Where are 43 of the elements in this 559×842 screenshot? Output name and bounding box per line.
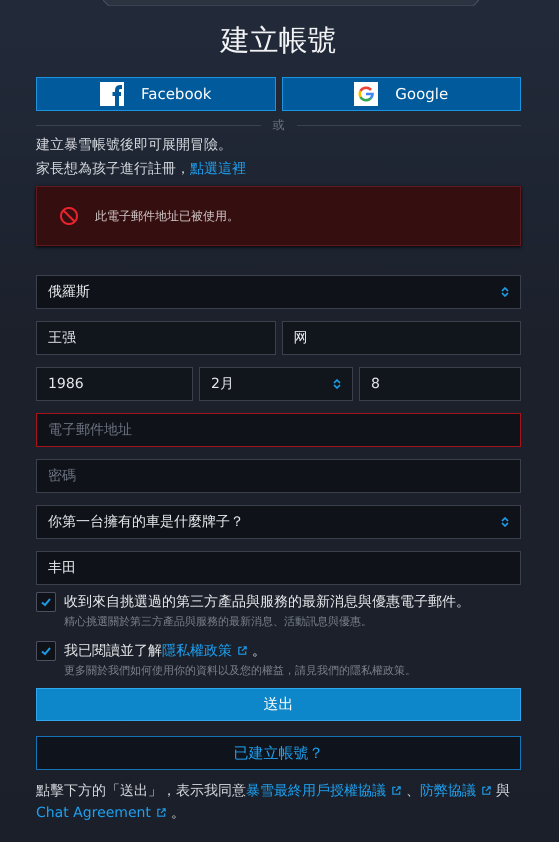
checkbox-note: 精心挑選關於第三方產品與服務的最新消息、活動訊息與優惠。: [64, 614, 373, 630]
existing-account-button[interactable]: 已建立帳號？: [36, 736, 521, 770]
up-down-caret-icon: [501, 516, 509, 528]
last-name-field[interactable]: 网: [282, 321, 521, 355]
click-here-link[interactable]: 點選這裡: [190, 161, 246, 177]
security-question-select[interactable]: 你第一台擁有的車是什麼牌子？: [36, 505, 521, 539]
first-name-field[interactable]: 王强: [36, 321, 276, 355]
agreement-link[interactable]: 防弊協議: [420, 783, 496, 799]
external-link-icon: [391, 785, 402, 796]
submit-button[interactable]: 送出: [36, 688, 521, 721]
checkbox-label: 收到來自挑選過的第三方產品與服務的最新消息與優惠電子郵件。: [64, 593, 470, 612]
social-login-button[interactable]: Facebook: [36, 77, 276, 111]
external-link-icon: [156, 807, 167, 818]
google-logo-icon: [354, 82, 378, 106]
birth-day-field[interactable]: 8: [359, 367, 521, 401]
social-login-button[interactable]: Google: [282, 77, 521, 111]
agreement-link[interactable]: 暴雪最終用戶授權協議: [246, 783, 406, 799]
up-down-caret-icon: [333, 378, 341, 390]
password-field[interactable]: 密碼: [36, 459, 521, 493]
checkbox-label: 我已閱讀並了解隱私權政策 。: [64, 642, 267, 661]
intro-text: 建立暴雪帳號後即可展開冒險。: [36, 136, 233, 155]
agreement-link[interactable]: Chat Agreement: [36, 805, 171, 821]
error-message-text: 此電子郵件地址已被使用。: [95, 208, 239, 224]
up-down-caret-icon: [501, 286, 509, 298]
checkbox[interactable]: [36, 592, 56, 612]
or-divider-text: 或: [272, 116, 284, 134]
external-link-icon: [237, 645, 248, 656]
checkbox-note: 更多關於我們如何使用你的資料以及您的權益，請見我們的隱私權政策。: [64, 663, 416, 679]
facebook-logo-icon: [100, 82, 124, 106]
external-link-icon: [481, 785, 492, 796]
birth-year-field[interactable]: 1986: [36, 367, 193, 401]
privacy-policy-link[interactable]: 隱私權政策: [162, 643, 252, 659]
email-field[interactable]: 電子郵件地址: [36, 413, 521, 447]
page-title: 建立帳號: [219, 22, 338, 58]
prohibited-icon: [59, 206, 79, 226]
security-answer-field[interactable]: 丰田: [36, 551, 521, 585]
birth-month-select[interactable]: 2月: [199, 367, 353, 401]
checkbox[interactable]: [36, 641, 56, 661]
parent-prompt-text: 家長想為孩子進行註冊，點選這裡: [36, 160, 247, 179]
checkmark-icon: [40, 645, 52, 657]
terms-text: 點擊下方的「送出」，表示我同意暴雪最終用戶授權協議 、防弊協議 與 Chat Agreement 。: [36, 782, 511, 823]
checkmark-icon: [40, 596, 52, 608]
country-select[interactable]: 俄羅斯: [36, 275, 521, 309]
